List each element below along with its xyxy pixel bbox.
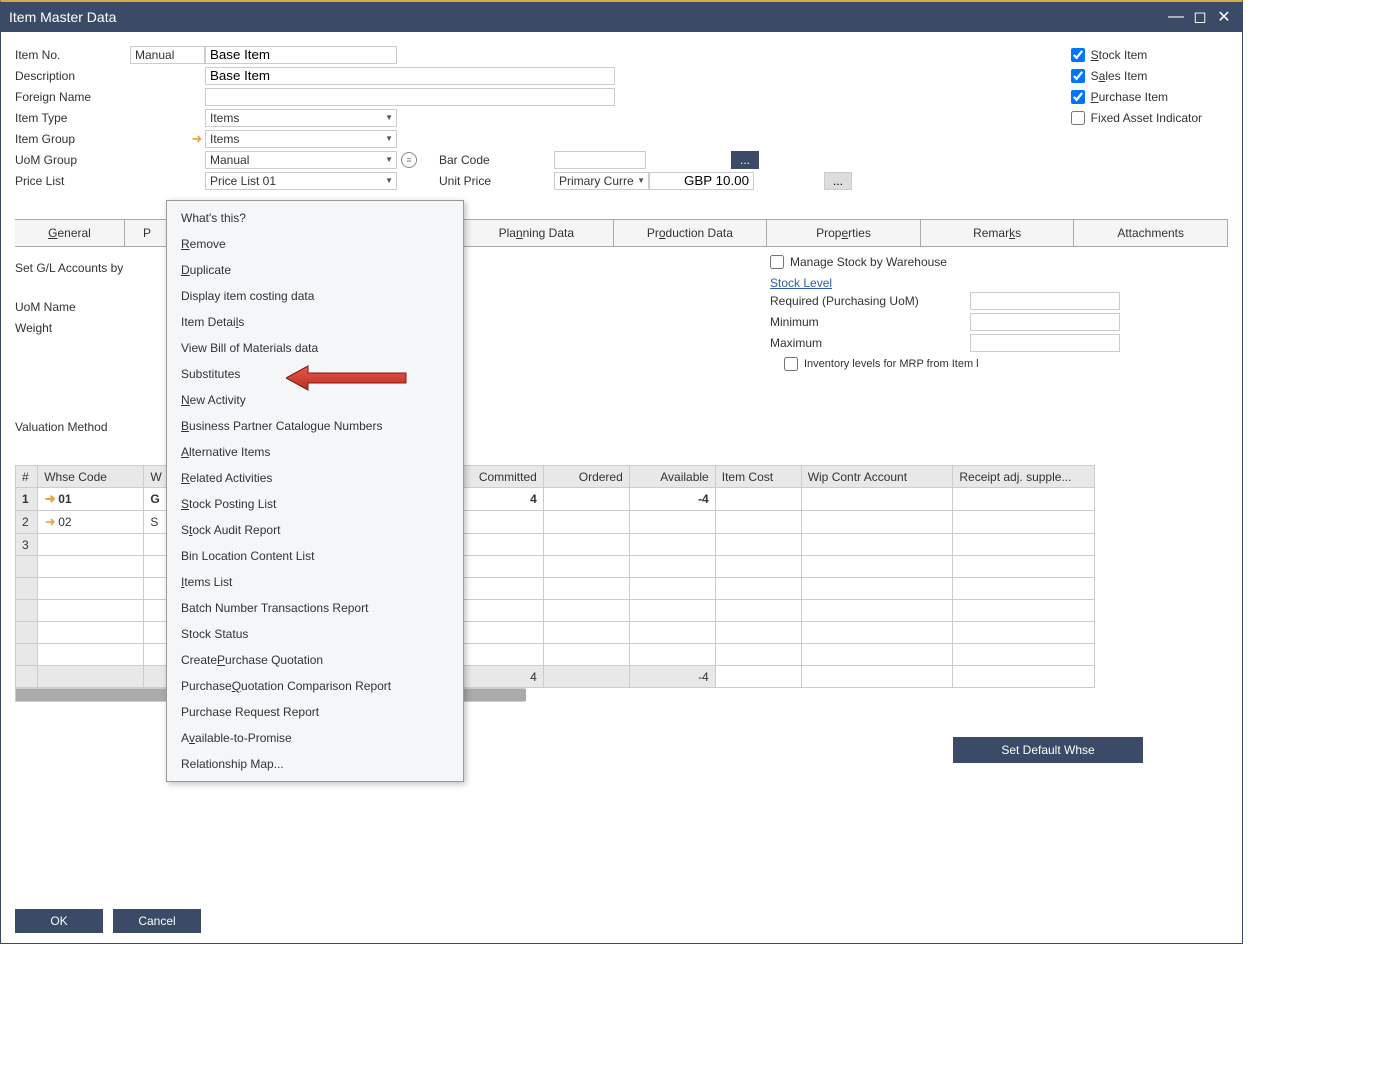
description-input[interactable]: [205, 67, 615, 85]
item-group-dropdown[interactable]: Items: [205, 130, 397, 148]
maximum-label: Maximum: [770, 336, 970, 350]
context-po-quotation-compare[interactable]: Purchase Quotation Comparison Report: [167, 673, 463, 699]
context-item-details[interactable]: Item Details: [167, 309, 463, 335]
uom-group-label: UoM Group: [15, 153, 130, 167]
col-wip[interactable]: Wip Contr Account: [801, 466, 953, 488]
fixed-asset-checkbox[interactable]: [1071, 111, 1085, 125]
unit-price-input[interactable]: [649, 172, 754, 190]
tab-p[interactable]: P: [125, 220, 170, 246]
link-arrow-icon[interactable]: ➜: [44, 514, 56, 530]
uom-name-label: UoM Name: [15, 300, 165, 314]
context-relationship-map[interactable]: Relationship Map...: [167, 751, 463, 777]
context-batch-report[interactable]: Batch Number Transactions Report: [167, 595, 463, 621]
uom-group-dropdown[interactable]: Manual: [205, 151, 397, 169]
context-duplicate[interactable]: Duplicate: [167, 257, 463, 283]
context-bin-location[interactable]: Bin Location Content List: [167, 543, 463, 569]
link-arrow-icon[interactable]: ➜: [191, 131, 203, 147]
maximize-icon[interactable]: ◻: [1190, 7, 1210, 27]
purchase-item-checkbox[interactable]: [1071, 90, 1085, 104]
foreign-name-label: Foreign Name: [15, 90, 130, 104]
bar-code-more-button[interactable]: ...: [731, 151, 759, 169]
context-related-activities[interactable]: Related Activities: [167, 465, 463, 491]
item-no-label: Item No.: [15, 48, 130, 62]
context-bp-catalogue[interactable]: Business Partner Catalogue Numbers: [167, 413, 463, 439]
unit-price-label: Unit Price: [439, 174, 519, 188]
tab-planning-data[interactable]: Planning Data: [460, 220, 614, 246]
inv-levels-label: Inventory levels for MRP from Item l: [804, 358, 979, 370]
item-type-label: Item Type: [15, 111, 130, 125]
context-display-costing[interactable]: Display item costing data: [167, 283, 463, 309]
minimize-icon[interactable]: —: [1166, 7, 1186, 27]
set-default-whse-button[interactable]: Set Default Whse: [953, 737, 1143, 763]
inv-levels-checkbox[interactable]: [784, 357, 798, 371]
col-available[interactable]: Available: [629, 466, 715, 488]
title-bar: Item Master Data — ◻ ✕: [1, 2, 1242, 32]
context-items-list[interactable]: Items List: [167, 569, 463, 595]
col-ordered[interactable]: Ordered: [543, 466, 629, 488]
stock-item-checkbox[interactable]: [1071, 48, 1085, 62]
close-icon[interactable]: ✕: [1214, 7, 1234, 27]
tab-production-data[interactable]: Production Data: [614, 220, 768, 246]
minimum-label: Minimum: [770, 315, 970, 329]
unit-price-currency-dropdown[interactable]: Primary Curre: [554, 172, 649, 190]
context-stock-audit[interactable]: Stock Audit Report: [167, 517, 463, 543]
weight-label: Weight: [15, 321, 165, 335]
tab-remarks[interactable]: Remarks: [921, 220, 1075, 246]
sales-item-checkbox[interactable]: [1071, 69, 1085, 83]
context-menu: What's this? Remove Duplicate Display it…: [166, 200, 464, 782]
minimum-input[interactable]: [970, 313, 1120, 331]
foreign-name-input[interactable]: [205, 88, 615, 106]
set-gl-label: Set G/L Accounts by: [15, 261, 165, 275]
description-label: Description: [15, 69, 130, 83]
price-list-dropdown[interactable]: Price List 01: [205, 172, 397, 190]
maximum-input[interactable]: [970, 334, 1120, 352]
bar-code-input[interactable]: [554, 151, 646, 169]
context-view-bom[interactable]: View Bill of Materials data: [167, 335, 463, 361]
stock-level-link[interactable]: Stock Level: [770, 276, 1120, 290]
manual-box[interactable]: Manual: [130, 46, 205, 64]
col-whse-code[interactable]: Whse Code: [38, 466, 144, 488]
context-whats-this[interactable]: What's this?: [167, 205, 463, 231]
context-remove[interactable]: Remove: [167, 231, 463, 257]
item-type-dropdown[interactable]: Items: [205, 109, 397, 127]
unit-price-more-button[interactable]: ...: [824, 172, 852, 190]
bar-code-label: Bar Code: [439, 153, 519, 167]
item-no-input[interactable]: [205, 46, 397, 64]
required-uom-input[interactable]: [970, 292, 1120, 310]
uom-detail-icon[interactable]: ≡: [401, 152, 417, 168]
price-list-label: Price List: [15, 174, 130, 188]
context-alternative-items[interactable]: Alternative Items: [167, 439, 463, 465]
context-stock-posting[interactable]: Stock Posting List: [167, 491, 463, 517]
window-title: Item Master Data: [9, 9, 116, 25]
tab-attachments[interactable]: Attachments: [1074, 220, 1228, 246]
context-create-po-quotation[interactable]: Create Purchase Quotation: [167, 647, 463, 673]
context-purchase-request[interactable]: Purchase Request Report: [167, 699, 463, 725]
valuation-method-label: Valuation Method: [15, 420, 165, 434]
col-item-cost[interactable]: Item Cost: [715, 466, 801, 488]
context-stock-status[interactable]: Stock Status: [167, 621, 463, 647]
tab-general[interactable]: General: [15, 220, 125, 246]
ok-button[interactable]: OK: [15, 909, 103, 933]
manage-stock-checkbox[interactable]: [770, 255, 784, 269]
fixed-asset-label: Fixed Asset Indicator: [1091, 111, 1202, 125]
context-new-activity[interactable]: New Activity: [167, 387, 463, 413]
col-num: #: [16, 466, 38, 488]
context-substitutes[interactable]: Substitutes: [167, 361, 463, 387]
col-receipt[interactable]: Receipt adj. supple...: [953, 466, 1095, 488]
link-arrow-icon[interactable]: ➜: [44, 491, 56, 507]
tab-properties[interactable]: Properties: [767, 220, 921, 246]
manage-stock-label: Manage Stock by Warehouse: [790, 255, 947, 269]
required-uom-label: Required (Purchasing UoM): [770, 294, 970, 308]
item-group-label: Item Group: [15, 132, 130, 146]
context-atp[interactable]: Available-to-Promise: [167, 725, 463, 751]
cancel-button[interactable]: Cancel: [113, 909, 201, 933]
